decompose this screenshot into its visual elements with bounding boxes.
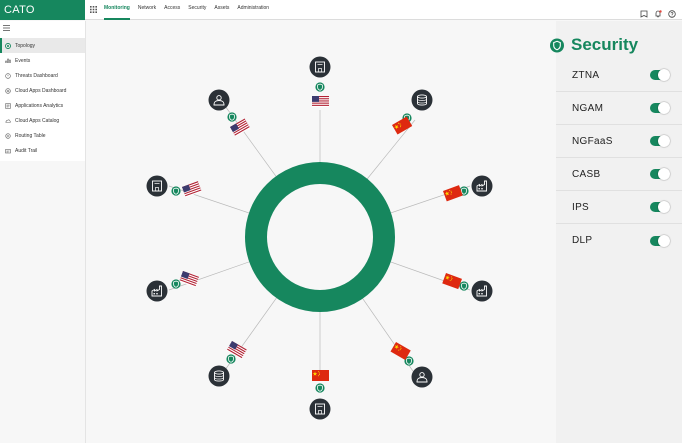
shield-icon — [458, 280, 470, 292]
dlp-toggle[interactable] — [650, 234, 670, 247]
sidebar-item-label: Cloud Apps Catalog — [15, 117, 60, 124]
flag-cn-icon — [312, 370, 329, 381]
nav-administration[interactable]: Administration — [237, 0, 269, 20]
events-icon — [5, 58, 11, 63]
site-node-bottom-left[interactable] — [208, 341, 247, 387]
casb-toggle[interactable] — [650, 168, 670, 180]
site-node-top-right[interactable] — [392, 89, 433, 135]
ngfaas-toggle[interactable] — [650, 135, 670, 147]
sidebar: Topology Events Threats Dashboard Cloud … — [0, 21, 85, 161]
sidebar-item-label: Routing Table — [15, 132, 46, 139]
site-node-top-left[interactable] — [208, 89, 251, 137]
sidebar-item-cloud-apps-dashboard[interactable]: Cloud Apps Dashboard — [0, 83, 85, 98]
security-title: Security — [571, 35, 639, 54]
topology-icon — [5, 42, 11, 49]
cloud-apps-icon — [5, 87, 11, 94]
feature-row-casb: CASB — [556, 158, 682, 191]
feature-row-dlp: DLP — [556, 224, 682, 257]
sidebar-item-label: Threats Dashboard — [15, 72, 58, 79]
sidebar-item-audit-trail[interactable]: Audit Trail — [0, 143, 85, 158]
sidebar-item-label: Events — [15, 57, 31, 64]
sidebar-item-applications-analytics[interactable]: Applications Analytics — [0, 98, 85, 113]
site-node-right-upper[interactable] — [443, 175, 493, 202]
feature-label: DLP — [572, 235, 593, 246]
site-node-bottom[interactable] — [309, 370, 331, 420]
nav-network[interactable]: Network — [138, 0, 156, 20]
feature-label: ZTNA — [572, 69, 600, 81]
feature-label: NGFaaS — [572, 135, 613, 147]
sidebar-item-routing-table[interactable]: Routing Table — [0, 128, 85, 143]
site-node-left-upper[interactable] — [146, 175, 202, 198]
sidebar-item-threats-dashboard[interactable]: Threats Dashboard — [0, 68, 85, 83]
book-icon[interactable] — [640, 5, 648, 18]
feature-row-ips: IPS — [556, 191, 682, 224]
sidebar-item-label: Topology — [15, 42, 36, 49]
audit-icon — [5, 148, 11, 153]
routing-icon — [5, 132, 11, 139]
shield-icon — [170, 185, 182, 197]
security-feature-list: ZTNA NGAM NGFaaS CASB IPS DLP — [556, 59, 682, 257]
feature-row-ngfaas: NGFaaS — [556, 125, 682, 158]
sidebar-item-label: Applications Analytics — [15, 102, 64, 109]
sidebar-item-cloud-apps-catalog[interactable]: Cloud Apps Catalog — [0, 113, 85, 128]
feature-row-ztna: ZTNA — [556, 59, 682, 92]
analytics-icon — [5, 102, 11, 109]
feature-label: IPS — [572, 201, 590, 213]
cato-logo[interactable]: CATO — [0, 0, 85, 20]
feature-label: CASB — [572, 168, 601, 180]
sidebar-item-label: Cloud Apps Dashboard — [15, 87, 67, 94]
shield-icon — [314, 382, 326, 394]
apps-grid-icon[interactable] — [90, 6, 97, 13]
site-node-left-lower[interactable] — [146, 271, 199, 302]
site-node-right-lower[interactable] — [442, 273, 493, 302]
shield-icon — [226, 112, 238, 122]
flag-us-icon — [312, 96, 329, 107]
main-nav: Monitoring Network Access Security Asset… — [104, 0, 277, 20]
nav-security[interactable]: Security — [188, 0, 206, 20]
catalog-icon — [5, 119, 11, 123]
topology-map — [146, 56, 493, 420]
top-bar: CATO Monitoring Network Access Security … — [0, 0, 682, 20]
threats-icon — [5, 72, 11, 79]
site-node-bottom-right[interactable] — [390, 342, 433, 388]
flag-cn-icon — [442, 273, 462, 290]
nav-access[interactable]: Access — [164, 0, 180, 20]
shield-icon — [225, 353, 237, 365]
notification-bell-icon[interactable] — [654, 5, 662, 18]
menu-icon[interactable] — [3, 25, 10, 31]
security-panel: Security ZTNA NGAM NGFaaS CASB IPS DLP — [550, 21, 682, 443]
sidebar-menu: Topology Events Threats Dashboard Cloud … — [0, 38, 85, 158]
shield-icon — [170, 278, 182, 290]
flag-us-icon — [182, 181, 202, 198]
sidebar-item-topology[interactable]: Topology — [0, 38, 85, 53]
shield-icon — [550, 38, 564, 52]
sidebar-item-label: Audit Trail — [15, 147, 38, 154]
ngam-toggle[interactable] — [650, 102, 670, 114]
flag-us-icon — [179, 271, 199, 288]
nav-monitoring[interactable]: Monitoring — [104, 0, 130, 20]
feature-row-ngam: NGAM — [556, 92, 682, 125]
top-icons — [640, 5, 676, 18]
security-header: Security — [550, 35, 639, 55]
cato-cloud-hub[interactable] — [245, 162, 395, 312]
shield-icon — [314, 82, 326, 92]
site-node-top[interactable] — [309, 56, 331, 108]
ztna-toggle[interactable] — [650, 69, 670, 81]
feature-label: NGAM — [572, 102, 604, 114]
flag-cn-icon — [443, 185, 463, 202]
nav-assets[interactable]: Assets — [214, 0, 229, 20]
ips-toggle[interactable] — [650, 201, 670, 213]
help-icon[interactable] — [668, 5, 676, 18]
sidebar-item-events[interactable]: Events — [0, 53, 85, 68]
